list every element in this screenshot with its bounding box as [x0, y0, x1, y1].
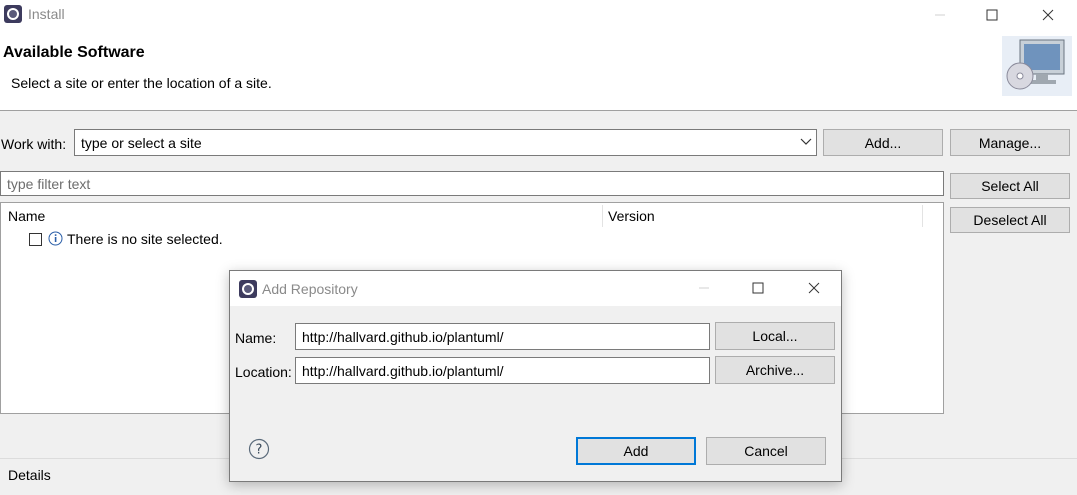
chevron-down-icon[interactable]	[800, 138, 812, 146]
install-wizard-icon	[1002, 36, 1072, 96]
details-label: Details	[8, 467, 51, 483]
name-input[interactable]: http://hallvard.github.io/plantuml/	[295, 323, 710, 350]
archive-button[interactable]: Archive...	[715, 356, 835, 384]
site-combo-value: type or select a site	[81, 135, 202, 151]
eclipse-app-icon	[4, 5, 22, 23]
close-button[interactable]	[1026, 2, 1070, 28]
close-icon	[1042, 9, 1054, 21]
close-icon	[808, 282, 820, 294]
add-repository-dialog: Add Repository Name: http://hallvard.git…	[229, 270, 842, 482]
page-title: Available Software	[3, 44, 145, 61]
dialog-title: Add Repository	[262, 281, 358, 297]
dialog-close-button[interactable]	[792, 275, 836, 301]
location-input[interactable]: http://hallvard.github.io/plantuml/	[295, 357, 710, 384]
window-title: Install	[28, 6, 65, 22]
minimize-icon	[935, 14, 945, 16]
dialog-titlebar: Add Repository	[230, 271, 841, 306]
column-header-name[interactable]: Name	[8, 208, 45, 224]
help-icon[interactable]: ?	[248, 438, 270, 460]
window-titlebar: Install	[0, 0, 1077, 30]
add-site-button[interactable]: Add...	[823, 129, 943, 156]
column-header-version[interactable]: Version	[608, 208, 655, 224]
minimize-button[interactable]	[918, 2, 962, 28]
page-subtitle: Select a site or enter the location of a…	[11, 75, 272, 91]
local-button[interactable]: Local...	[715, 322, 835, 350]
location-label: Location:	[235, 364, 292, 380]
header-banner: Available Software Select a site or ente…	[0, 30, 1077, 111]
info-icon	[48, 231, 63, 246]
eclipse-app-icon	[239, 280, 257, 298]
select-all-button[interactable]: Select All	[950, 173, 1070, 199]
cancel-button[interactable]: Cancel	[706, 437, 826, 465]
filter-input[interactable]: type filter text	[0, 171, 944, 196]
maximize-button[interactable]	[970, 2, 1014, 28]
name-label: Name:	[235, 330, 277, 346]
maximize-icon	[752, 282, 764, 294]
filter-placeholder: type filter text	[7, 176, 91, 192]
deselect-all-button[interactable]: Deselect All	[950, 207, 1070, 233]
svg-text:?: ?	[256, 443, 263, 458]
site-combo[interactable]: type or select a site	[74, 129, 817, 156]
maximize-icon	[986, 9, 998, 21]
dialog-minimize-button[interactable]	[682, 275, 726, 301]
table-row-text: There is no site selected.	[67, 231, 223, 247]
column-divider[interactable]	[602, 205, 603, 227]
name-input-value: http://hallvard.github.io/plantuml/	[302, 329, 504, 345]
column-divider[interactable]	[922, 205, 923, 227]
row-checkbox[interactable]	[29, 233, 42, 246]
minimize-icon	[699, 287, 709, 289]
location-input-value: http://hallvard.github.io/plantuml/	[302, 363, 504, 379]
add-button[interactable]: Add	[576, 437, 696, 465]
dialog-maximize-button[interactable]	[736, 275, 780, 301]
manage-button[interactable]: Manage...	[950, 129, 1070, 156]
work-with-label: Work with:	[1, 136, 67, 152]
